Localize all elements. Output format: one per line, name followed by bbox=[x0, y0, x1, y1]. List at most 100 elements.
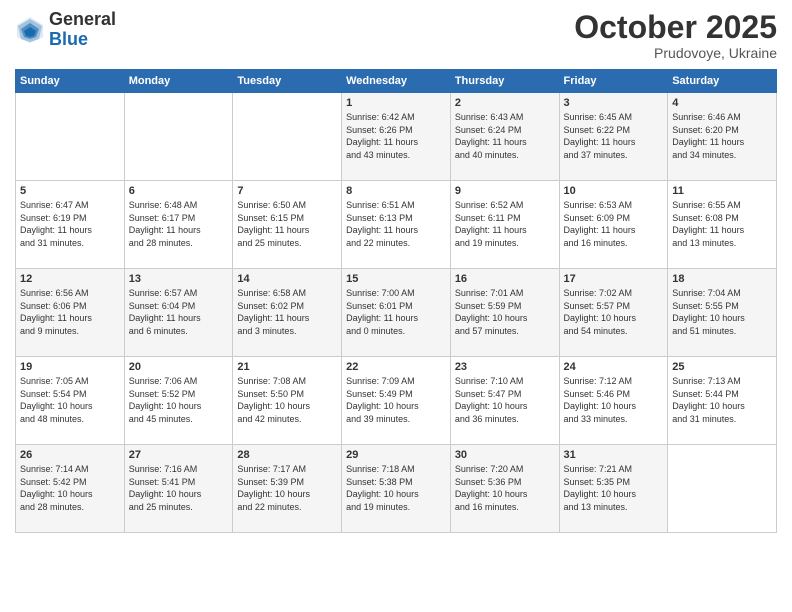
logo-general: General bbox=[49, 10, 116, 30]
day-info: Sunrise: 7:16 AM Sunset: 5:41 PM Dayligh… bbox=[129, 463, 229, 513]
day-info: Sunrise: 6:52 AM Sunset: 6:11 PM Dayligh… bbox=[455, 199, 555, 249]
day-info: Sunrise: 6:42 AM Sunset: 6:26 PM Dayligh… bbox=[346, 111, 446, 161]
day-number: 9 bbox=[455, 185, 555, 197]
logo: General Blue bbox=[15, 10, 116, 50]
calendar-week-row: 1 Sunrise: 6:42 AM Sunset: 6:26 PM Daylig… bbox=[16, 93, 777, 181]
calendar-cell: 26 Sunrise: 7:14 AM Sunset: 5:42 PM Dayli… bbox=[16, 445, 125, 533]
calendar-cell: 27 Sunrise: 7:16 AM Sunset: 5:41 PM Dayli… bbox=[124, 445, 233, 533]
calendar-cell: 2 Sunrise: 6:43 AM Sunset: 6:24 PM Daylig… bbox=[450, 93, 559, 181]
logo-blue: Blue bbox=[49, 30, 116, 50]
calendar-cell: 19Sunrise: 7:05 AM Sunset: 5:54 PM Dayli… bbox=[16, 357, 125, 445]
day-number: 20 bbox=[129, 361, 229, 373]
calendar-cell: 8 Sunrise: 6:51 AM Sunset: 6:13 PM Daylig… bbox=[342, 181, 451, 269]
calendar-cell: 17 Sunrise: 7:02 AM Sunset: 5:57 PM Dayli… bbox=[559, 269, 668, 357]
logo-icon bbox=[15, 15, 45, 45]
calendar-cell: 23Sunrise: 7:10 AM Sunset: 5:47 PM Dayli… bbox=[450, 357, 559, 445]
header-thursday: Thursday bbox=[450, 70, 559, 93]
day-info: Sunrise: 7:17 AM Sunset: 5:39 PM Dayligh… bbox=[237, 463, 337, 513]
calendar-cell bbox=[124, 93, 233, 181]
calendar-cell: 15Sunrise: 7:00 AM Sunset: 6:01 PM Dayli… bbox=[342, 269, 451, 357]
calendar-cell: 20 Sunrise: 7:06 AM Sunset: 5:52 PM Dayli… bbox=[124, 357, 233, 445]
month-title: October 2025 bbox=[574, 10, 777, 45]
day-info: Sunrise: 7:01 AM Sunset: 5:59 PM Dayligh… bbox=[455, 287, 555, 337]
day-number: 27 bbox=[129, 449, 229, 461]
day-number: 16 bbox=[455, 273, 555, 285]
day-info: Sunrise: 6:48 AM Sunset: 6:17 PM Dayligh… bbox=[129, 199, 229, 249]
header-wednesday: Wednesday bbox=[342, 70, 451, 93]
day-info: Sunrise: 6:51 AM Sunset: 6:13 PM Dayligh… bbox=[346, 199, 446, 249]
calendar-container: General Blue October 2025 Prudovoye, Ukr… bbox=[0, 0, 792, 612]
calendar-week-row: 5 Sunrise: 6:47 AM Sunset: 6:19 PM Daylig… bbox=[16, 181, 777, 269]
day-info: Sunrise: 7:02 AM Sunset: 5:57 PM Dayligh… bbox=[564, 287, 664, 337]
calendar-week-row: 26 Sunrise: 7:14 AM Sunset: 5:42 PM Dayli… bbox=[16, 445, 777, 533]
day-number: 15 bbox=[346, 273, 446, 285]
calendar-cell: 31 Sunrise: 7:21 AM Sunset: 5:35 PM Dayli… bbox=[559, 445, 668, 533]
calendar-cell: 11 Sunrise: 6:55 AM Sunset: 6:08 PM Dayli… bbox=[668, 181, 777, 269]
calendar-cell: 30Sunrise: 7:20 AM Sunset: 5:36 PM Dayli… bbox=[450, 445, 559, 533]
header-monday: Monday bbox=[124, 70, 233, 93]
day-info: Sunrise: 7:04 AM Sunset: 5:55 PM Dayligh… bbox=[672, 287, 772, 337]
day-number: 2 bbox=[455, 97, 555, 109]
day-number: 28 bbox=[237, 449, 337, 461]
calendar-cell: 22Sunrise: 7:09 AM Sunset: 5:49 PM Dayli… bbox=[342, 357, 451, 445]
day-info: Sunrise: 6:50 AM Sunset: 6:15 PM Dayligh… bbox=[237, 199, 337, 249]
day-info: Sunrise: 7:18 AM Sunset: 5:38 PM Dayligh… bbox=[346, 463, 446, 513]
header: General Blue October 2025 Prudovoye, Ukr… bbox=[15, 10, 777, 61]
calendar-cell bbox=[16, 93, 125, 181]
day-number: 23 bbox=[455, 361, 555, 373]
day-info: Sunrise: 7:08 AM Sunset: 5:50 PM Dayligh… bbox=[237, 375, 337, 425]
calendar-cell: 25Sunrise: 7:13 AM Sunset: 5:44 PM Dayli… bbox=[668, 357, 777, 445]
day-info: Sunrise: 6:55 AM Sunset: 6:08 PM Dayligh… bbox=[672, 199, 772, 249]
weekday-header-row: Sunday Monday Tuesday Wednesday Thursday… bbox=[16, 70, 777, 93]
calendar-cell: 9 Sunrise: 6:52 AM Sunset: 6:11 PM Daylig… bbox=[450, 181, 559, 269]
logo-text: General Blue bbox=[49, 10, 116, 50]
day-number: 26 bbox=[20, 449, 120, 461]
day-info: Sunrise: 7:13 AM Sunset: 5:44 PM Dayligh… bbox=[672, 375, 772, 425]
day-number: 13 bbox=[129, 273, 229, 285]
day-info: Sunrise: 6:46 AM Sunset: 6:20 PM Dayligh… bbox=[672, 111, 772, 161]
day-info: Sunrise: 6:58 AM Sunset: 6:02 PM Dayligh… bbox=[237, 287, 337, 337]
day-number: 10 bbox=[564, 185, 664, 197]
day-info: Sunrise: 6:43 AM Sunset: 6:24 PM Dayligh… bbox=[455, 111, 555, 161]
day-info: Sunrise: 6:45 AM Sunset: 6:22 PM Dayligh… bbox=[564, 111, 664, 161]
calendar-cell: 28 Sunrise: 7:17 AM Sunset: 5:39 PM Dayli… bbox=[233, 445, 342, 533]
day-info: Sunrise: 6:47 AM Sunset: 6:19 PM Dayligh… bbox=[20, 199, 120, 249]
day-info: Sunrise: 7:20 AM Sunset: 5:36 PM Dayligh… bbox=[455, 463, 555, 513]
day-number: 3 bbox=[564, 97, 664, 109]
day-number: 5 bbox=[20, 185, 120, 197]
day-number: 29 bbox=[346, 449, 446, 461]
day-number: 17 bbox=[564, 273, 664, 285]
day-info: Sunrise: 7:12 AM Sunset: 5:46 PM Dayligh… bbox=[564, 375, 664, 425]
day-info: Sunrise: 7:05 AM Sunset: 5:54 PM Dayligh… bbox=[20, 375, 120, 425]
day-number: 1 bbox=[346, 97, 446, 109]
day-number: 31 bbox=[564, 449, 664, 461]
calendar-cell: 18 Sunrise: 7:04 AM Sunset: 5:55 PM Dayli… bbox=[668, 269, 777, 357]
header-friday: Friday bbox=[559, 70, 668, 93]
day-info: Sunrise: 7:14 AM Sunset: 5:42 PM Dayligh… bbox=[20, 463, 120, 513]
day-number: 7 bbox=[237, 185, 337, 197]
calendar-cell: 6 Sunrise: 6:48 AM Sunset: 6:17 PM Daylig… bbox=[124, 181, 233, 269]
day-info: Sunrise: 7:06 AM Sunset: 5:52 PM Dayligh… bbox=[129, 375, 229, 425]
calendar-cell: 24 Sunrise: 7:12 AM Sunset: 5:46 PM Dayli… bbox=[559, 357, 668, 445]
header-tuesday: Tuesday bbox=[233, 70, 342, 93]
day-info: Sunrise: 7:09 AM Sunset: 5:49 PM Dayligh… bbox=[346, 375, 446, 425]
calendar-cell bbox=[668, 445, 777, 533]
calendar-week-row: 12 Sunrise: 6:56 AM Sunset: 6:06 PM Dayli… bbox=[16, 269, 777, 357]
title-block: October 2025 Prudovoye, Ukraine bbox=[574, 10, 777, 61]
day-number: 8 bbox=[346, 185, 446, 197]
day-info: Sunrise: 7:21 AM Sunset: 5:35 PM Dayligh… bbox=[564, 463, 664, 513]
day-number: 12 bbox=[20, 273, 120, 285]
calendar-cell: 21 Sunrise: 7:08 AM Sunset: 5:50 PM Dayli… bbox=[233, 357, 342, 445]
day-number: 11 bbox=[672, 185, 772, 197]
day-number: 24 bbox=[564, 361, 664, 373]
calendar-cell: 13Sunrise: 6:57 AM Sunset: 6:04 PM Dayli… bbox=[124, 269, 233, 357]
calendar-cell: 16 Sunrise: 7:01 AM Sunset: 5:59 PM Dayli… bbox=[450, 269, 559, 357]
calendar-cell: 5 Sunrise: 6:47 AM Sunset: 6:19 PM Daylig… bbox=[16, 181, 125, 269]
day-number: 6 bbox=[129, 185, 229, 197]
calendar-table: Sunday Monday Tuesday Wednesday Thursday… bbox=[15, 69, 777, 533]
location-subtitle: Prudovoye, Ukraine bbox=[574, 45, 777, 61]
day-number: 21 bbox=[237, 361, 337, 373]
day-info: Sunrise: 6:56 AM Sunset: 6:06 PM Dayligh… bbox=[20, 287, 120, 337]
day-number: 18 bbox=[672, 273, 772, 285]
day-number: 14 bbox=[237, 273, 337, 285]
